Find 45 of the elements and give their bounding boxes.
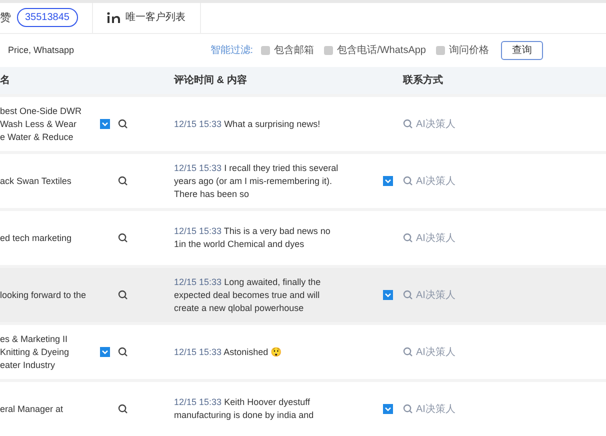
search-icon[interactable] xyxy=(118,404,128,414)
filter-option-label: 询问价格 xyxy=(449,44,489,58)
search-icon[interactable] xyxy=(118,176,128,186)
name-cell-text: best One-Side DWR Wash Less & Wear e Water & Reduce xyxy=(0,104,83,144)
comment-text: 12/15 15:33 I recall they tried this several years ago (or am I mis-remembering it). There has been so xyxy=(174,162,340,200)
ai-decision-maker-link[interactable]: AI决策人 xyxy=(416,402,456,416)
checkbox[interactable] xyxy=(436,46,445,55)
column-header: 名 xyxy=(0,74,11,88)
name-cell-text: looking forward to the xyxy=(0,288,88,302)
name-cell-text: eral Manager at xyxy=(0,402,64,416)
checkbox[interactable] xyxy=(261,46,270,55)
checkbox[interactable] xyxy=(324,46,334,55)
search-icon[interactable] xyxy=(118,119,128,129)
name-cell-text: es & Marketing II Knitting & Dyeing eater Industry xyxy=(0,332,70,372)
chevron-down-icon[interactable] xyxy=(383,404,393,414)
ai-decision-maker-link[interactable]: AI决策人 xyxy=(416,116,456,132)
ai-decision-maker-link[interactable]: AI决策人 xyxy=(416,344,456,360)
chevron-down-icon[interactable] xyxy=(100,347,110,357)
chevron-down-icon[interactable] xyxy=(383,176,393,186)
chevron-down-icon[interactable] xyxy=(100,119,110,129)
filter-option-label: 包含电话/WhatsApp xyxy=(337,44,426,58)
stats-label: 赞 xyxy=(0,10,11,26)
comment-text: 12/15 15:33 Astonished 😲 xyxy=(174,346,283,358)
name-cell-text: ack Swan Textiles xyxy=(0,174,72,188)
ai-decision-maker-link[interactable]: AI决策人 xyxy=(416,174,456,188)
column-header: 联系方式 xyxy=(403,73,444,88)
customer-list-link[interactable]: 唯一客户列表 xyxy=(126,10,186,26)
column-header: 评论时间 & 内容 xyxy=(174,73,248,88)
comment-text: 12/15 15:33 Keith Hoover dyestuff manufacturing is done by india and xyxy=(174,396,315,422)
comment-text: 12/15 15:33 What a surprising news! xyxy=(174,118,322,130)
chevron-down-icon[interactable] xyxy=(383,290,393,300)
search-icon[interactable] xyxy=(118,290,128,300)
filter-option-label: 包含邮箱 xyxy=(274,44,314,58)
name-cell-text: ed tech marketing xyxy=(0,232,73,244)
linkedin-icon xyxy=(106,12,120,24)
search-icon[interactable] xyxy=(118,233,128,243)
search-icon[interactable] xyxy=(118,347,128,357)
filter-label: 智能过滤: xyxy=(210,44,254,58)
comment-text: 12/15 15:33 This is a very bad news no 1in the world Chemical and dyes xyxy=(174,225,332,251)
ai-decision-maker-link[interactable]: AI决策人 xyxy=(416,288,456,302)
query-button[interactable]: 查询 xyxy=(501,40,543,60)
count-badge: 35513845 xyxy=(17,8,78,28)
ai-decision-maker-link[interactable]: AI决策人 xyxy=(416,230,456,246)
comment-text: 12/15 15:33 Long awaited, finally the expected deal becomes true and will create a new qlobal powerhouse xyxy=(174,276,322,314)
keyword-text: Price, Whatsapp xyxy=(8,44,74,57)
